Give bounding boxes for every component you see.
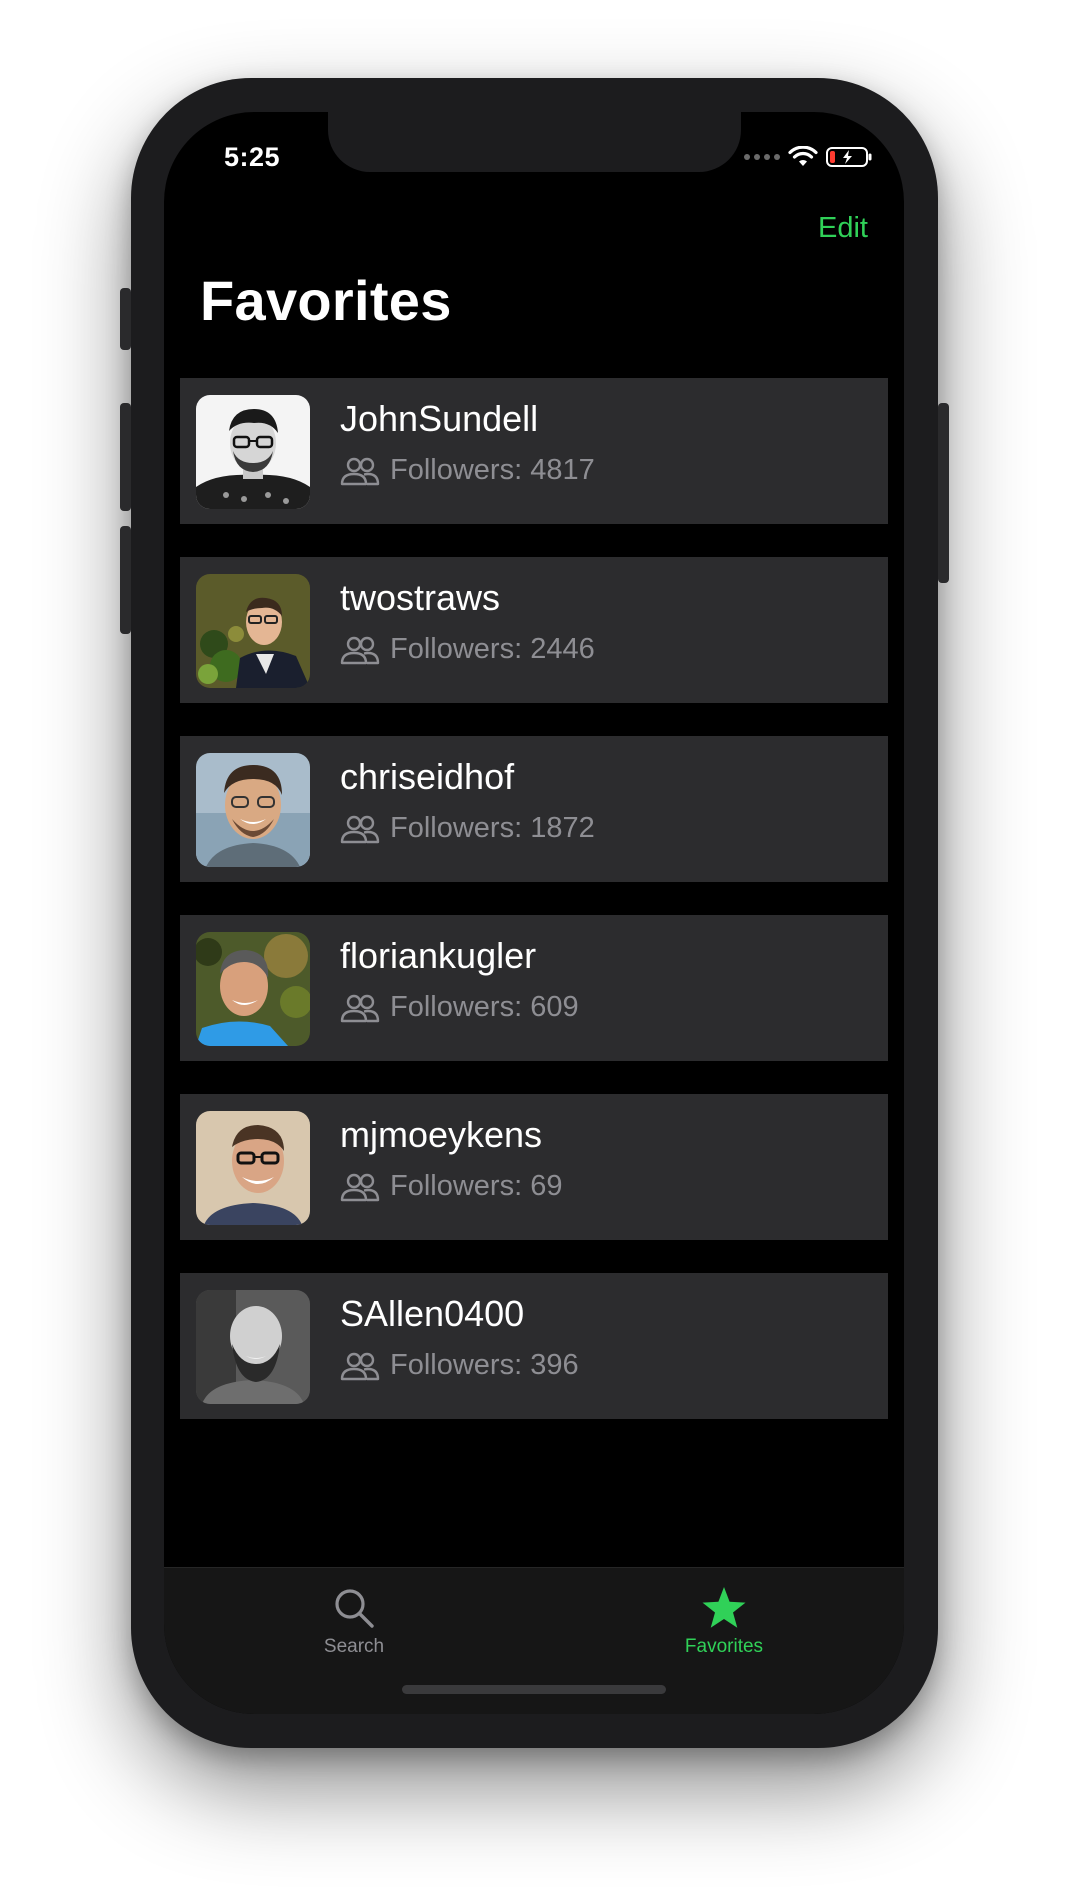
followers-info: Followers: 69: [340, 1170, 562, 1203]
favorite-row[interactable]: mjmoeykens Followers: 69: [180, 1094, 888, 1240]
followers-count: Followers: 4817: [390, 454, 595, 486]
username: floriankugler: [340, 935, 537, 976]
people-icon: [340, 1352, 380, 1380]
avatar: [196, 1111, 310, 1225]
people-icon: [340, 1173, 380, 1201]
followers-count: Followers: 69: [390, 1170, 563, 1202]
username: chriseidhof: [340, 756, 515, 797]
avatar: [196, 574, 310, 688]
people-icon: [340, 636, 380, 664]
people-icon: [340, 457, 380, 485]
favorite-row[interactable]: JohnSundell Followers: 4817: [180, 378, 888, 524]
notch: [328, 112, 741, 172]
username: twostraws: [340, 577, 501, 618]
battery-charging-icon: [826, 147, 872, 167]
followers-info: Followers: 609: [340, 991, 579, 1024]
followers-count: Followers: 2446: [390, 633, 595, 665]
username: mjmoeykens: [340, 1114, 543, 1155]
cellular-signal-icon: [744, 154, 780, 160]
favorite-row[interactable]: chriseidhof Followers: 1872: [180, 736, 888, 882]
favorite-row[interactable]: twostraws Followers: 2446: [180, 557, 888, 703]
username: SAllen0400: [340, 1293, 525, 1334]
edit-button[interactable]: Edit: [818, 212, 868, 245]
followers-count: Followers: 609: [390, 991, 579, 1023]
status-icons: [744, 146, 874, 168]
followers-info: Followers: 1872: [340, 812, 595, 845]
power-button: [938, 403, 949, 583]
tab-search[interactable]: Search: [274, 1586, 434, 1658]
favorite-row[interactable]: SAllen0400 Followers: 396: [180, 1273, 888, 1419]
followers-count: Followers: 1872: [390, 812, 595, 844]
wifi-icon: [788, 146, 818, 166]
followers-info: Followers: 396: [340, 1349, 579, 1382]
page-title: Favorites: [200, 269, 452, 332]
followers-count: Followers: 396: [390, 1349, 579, 1381]
magnifying-glass-icon: [335, 1589, 374, 1628]
status-time: 5:25: [224, 142, 281, 172]
tab-label: Favorites: [684, 1636, 764, 1657]
followers-info: Followers: 4817: [340, 454, 595, 487]
volume-down-button: [120, 526, 131, 634]
people-icon: [340, 994, 380, 1022]
tab-favorites[interactable]: Favorites: [644, 1586, 804, 1658]
favorite-row[interactable]: floriankugler Followers: 609: [180, 915, 888, 1061]
volume-up-button: [120, 403, 131, 511]
followers-info: Followers: 2446: [340, 633, 595, 666]
username: JohnSundell: [340, 398, 539, 439]
mute-switch: [120, 288, 131, 350]
favorites-list: JohnSundell Followers: 4817 twostraws Fo…: [180, 378, 888, 1452]
avatar: [196, 1290, 310, 1404]
avatar: [196, 753, 310, 867]
screen: 5:25 Edit Favorites JohnSundell Follower…: [164, 112, 904, 1714]
phone-frame: 5:25 Edit Favorites JohnSundell Follower…: [120, 78, 949, 1748]
avatar: [196, 395, 310, 509]
avatar: [196, 932, 310, 1046]
people-icon: [340, 815, 380, 843]
home-indicator: [402, 1685, 666, 1694]
star-icon: [702, 1587, 746, 1628]
tab-label: Search: [323, 1636, 385, 1657]
